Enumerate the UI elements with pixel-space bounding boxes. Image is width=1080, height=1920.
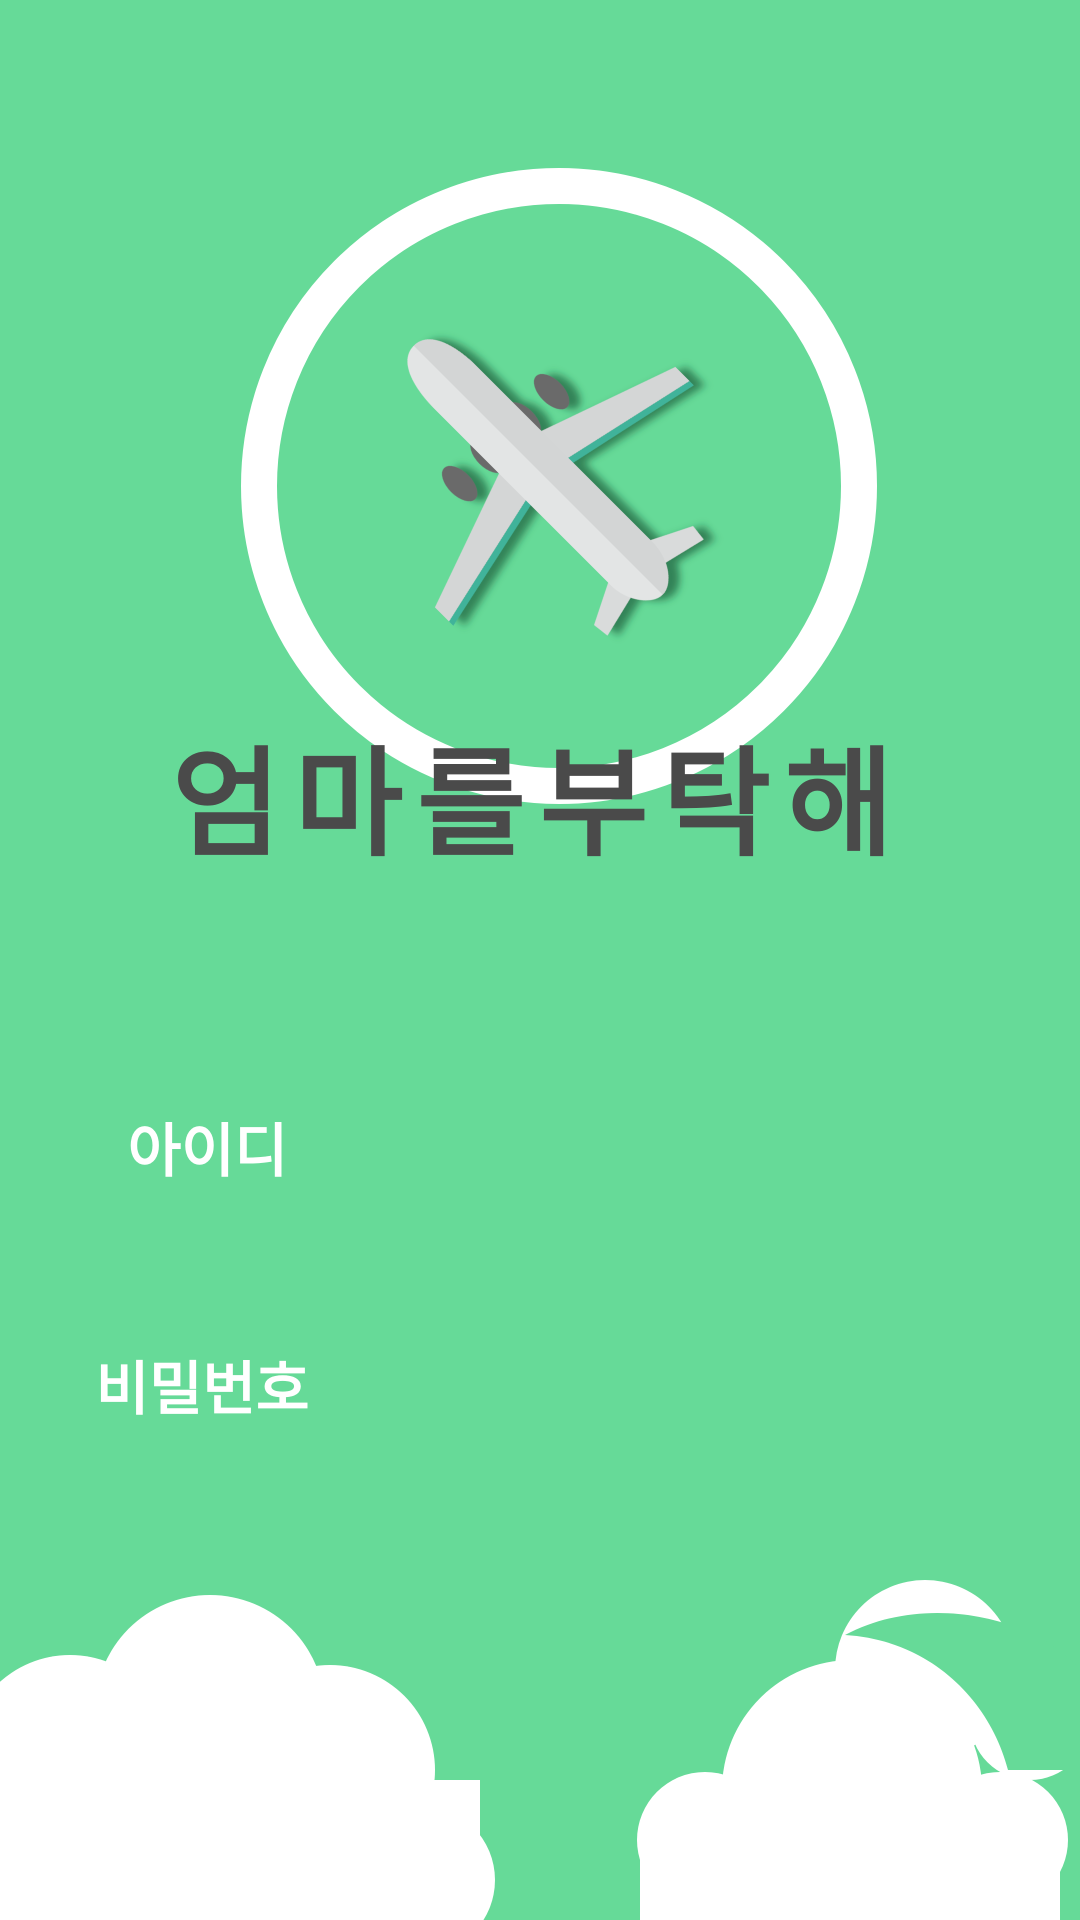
clouds-decoration bbox=[0, 1580, 1080, 1920]
id-label: 아이디 bbox=[128, 1117, 289, 1185]
id-input[interactable] bbox=[330, 1110, 994, 1192]
airplane-icon bbox=[407, 339, 704, 636]
app-title: 엄마를부탁해 bbox=[172, 735, 908, 873]
left-cloud bbox=[0, 1595, 495, 1920]
password-label: 비밀번호 bbox=[96, 1355, 310, 1423]
password-input[interactable] bbox=[330, 1348, 994, 1430]
